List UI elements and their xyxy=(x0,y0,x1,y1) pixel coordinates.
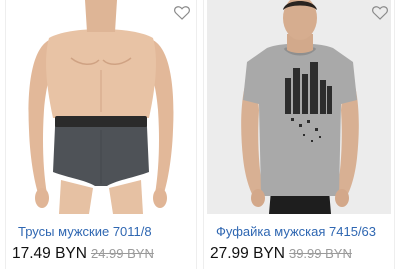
product-image[interactable] xyxy=(9,0,193,214)
price-block: 27.99 BYN 39.99 BYN xyxy=(210,245,352,263)
product-grid: Трусы мужские 7011/8 17.49 BYN24.99 BYN xyxy=(0,0,400,269)
old-price: 39.99 BYN xyxy=(288,246,352,261)
current-price: 27.99 BYN xyxy=(210,245,285,262)
product-image[interactable] xyxy=(207,0,391,214)
price-block: 17.49 BYN 24.99 BYN xyxy=(12,245,154,263)
current-price: 17.49 BYN xyxy=(12,245,87,262)
heart-icon[interactable] xyxy=(174,6,190,20)
product-title-link[interactable]: Трусы мужские 7011/8 xyxy=(18,224,152,239)
product-title-link[interactable]: Фуфайка мужская 7415/63 xyxy=(216,224,376,239)
product-card[interactable]: Фуфайка мужская 7415/63 27.99 BYN 39.99 B… xyxy=(203,0,395,269)
product-card[interactable]: Трусы мужские 7011/8 17.49 BYN 24.99 BYN xyxy=(5,0,197,269)
heart-icon[interactable] xyxy=(372,6,388,20)
old-price: 24.99 BYN xyxy=(90,246,154,261)
